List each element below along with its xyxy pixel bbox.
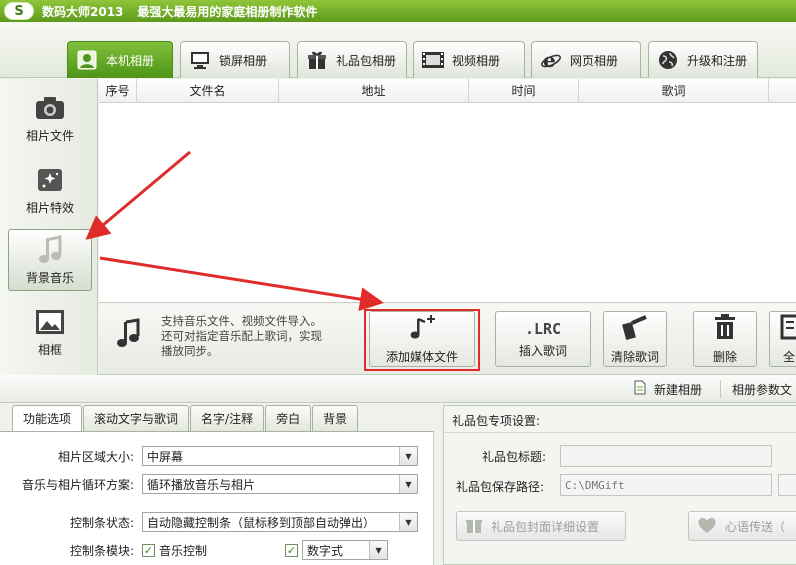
arrow-to-sidebar bbox=[85, 150, 191, 240]
arrow-to-add-button bbox=[99, 256, 384, 312]
annotation-arrows bbox=[85, 150, 384, 312]
